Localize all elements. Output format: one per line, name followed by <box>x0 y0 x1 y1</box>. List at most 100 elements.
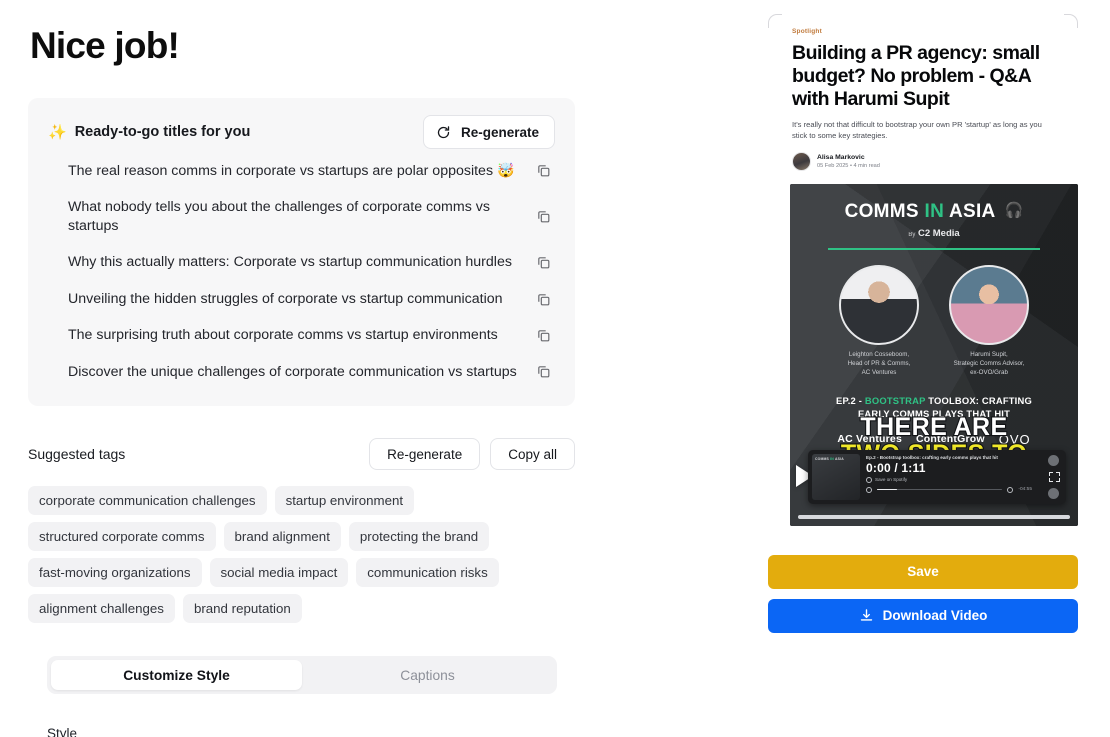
copy-icon[interactable] <box>536 209 551 224</box>
suggested-tags-header: Suggested tags Re-generate Copy all <box>28 437 575 471</box>
tag-item[interactable]: startup environment <box>274 486 415 516</box>
title-text: The surprising truth about corporate com… <box>68 327 498 344</box>
tag-item[interactable]: protecting the brand <box>348 522 490 552</box>
page-title: Nice job! <box>30 25 180 66</box>
player-remaining: -04:55 <box>1018 487 1032 493</box>
title-row[interactable]: What nobody tells you about the challeng… <box>48 189 555 244</box>
title-row[interactable]: Unveiling the hidden struggles of corpor… <box>48 281 555 317</box>
tag-item[interactable]: alignment challenges <box>28 594 175 624</box>
title-row[interactable]: Why this actually matters: Corporate vs … <box>48 244 555 280</box>
regenerate-titles-label: Re-generate <box>460 124 539 140</box>
ready-titles-label: Ready-to-go titles for you <box>74 124 251 140</box>
tag-list: corporate communication challenges start… <box>28 486 548 624</box>
tag-item[interactable]: fast-moving organizations <box>28 558 202 588</box>
editor-tabs-wrap: Customize Style Captions <box>47 656 557 695</box>
title-row[interactable]: The real reason comms in corporate vs st… <box>48 152 555 189</box>
avatar <box>792 151 811 171</box>
fullscreen-icon[interactable] <box>1049 471 1060 482</box>
save-button[interactable]: Save <box>768 554 1078 589</box>
ready-titles-label-group: ✨ Ready-to-go titles for you <box>48 124 250 140</box>
player-episode-title: Ep.2 - Bootstrap toolbox: crafting early… <box>866 454 998 460</box>
host-card: Leighton Cosseboom, Head of PR & Comms, … <box>839 264 919 378</box>
ready-titles-card: ✨ Ready-to-go titles for you Re-generate… <box>28 98 575 407</box>
title-emoji: 🤯 <box>497 162 515 178</box>
title-text: What nobody tells you about the challeng… <box>68 199 490 234</box>
podcast-player[interactable]: COMMS IN ASIA Ep.2 - Bootstrap toolbox: … <box>808 449 1066 504</box>
caption-line-1: THERE ARE <box>859 413 1008 442</box>
copy-icon[interactable] <box>536 364 551 379</box>
titles-list: The real reason comms in corporate vs st… <box>48 152 555 390</box>
title-row[interactable]: The surprising truth about corporate com… <box>48 317 555 353</box>
article-meta: 05 Feb 2025 • 4 min read <box>817 162 880 169</box>
ready-titles-header: ✨ Ready-to-go titles for you Re-generate <box>48 112 555 152</box>
regenerate-tags-button[interactable]: Re-generate <box>369 438 481 471</box>
host-card: Harumi Supit, Strategic Comms Advisor, e… <box>949 264 1029 378</box>
tag-item[interactable]: corporate communication challenges <box>28 486 267 516</box>
tab-captions[interactable]: Captions <box>302 660 553 690</box>
title-text: The real reason comms in corporate vs st… <box>68 162 515 179</box>
title-row[interactable]: Discover the unique challenges of corpor… <box>48 354 555 390</box>
preview-actions: Save Download Video <box>768 554 1078 633</box>
download-video-label: Download Video <box>882 608 988 624</box>
copy-all-tags-button[interactable]: Copy all <box>490 438 575 471</box>
title-text: Unveiling the hidden struggles of corpor… <box>68 290 503 307</box>
host-photo <box>839 264 919 345</box>
video-divider <box>828 247 1040 250</box>
host-photo <box>949 264 1029 345</box>
app-root: Nice job! ✨ Ready-to-go titles for you R… <box>0 0 1110 737</box>
tag-item[interactable]: structured corporate comms <box>28 522 216 552</box>
article-byline: Alisa Markovic 05 Feb 2025 • 4 min read <box>792 151 1054 171</box>
rewind-icon[interactable] <box>866 486 872 493</box>
video-scrollbar[interactable] <box>790 514 1078 520</box>
card-corner-top-left <box>768 14 782 28</box>
player-progress-fill <box>877 488 898 491</box>
suggested-tags-actions: Re-generate Copy all <box>369 438 575 471</box>
tag-item[interactable]: brand reputation <box>182 594 302 624</box>
right-panel: Spotlight Building a PR agency: small bu… <box>768 0 1110 737</box>
tag-item[interactable]: social media impact <box>209 558 349 588</box>
player-progress-row[interactable]: -04:55 <box>866 486 1032 493</box>
video-byline-name: C2 Media <box>917 227 960 239</box>
episode-highlight: BOOTSTRAP <box>864 394 926 406</box>
video-brand-header: COMMS IN ASIA 🎧 By C2 Media <box>790 184 1078 250</box>
host-caption: Harumi Supit, Strategic Comms Advisor, e… <box>953 350 1025 376</box>
player-menu-icon[interactable] <box>1048 454 1059 466</box>
video-preview[interactable]: COMMS IN ASIA 🎧 By C2 Media Leighton Cos… <box>790 183 1078 526</box>
author-name: Alisa Markovic <box>817 153 865 161</box>
tab-customize-style[interactable]: Customize Style <box>51 660 302 691</box>
byline-text-group: Alisa Markovic 05 Feb 2025 • 4 min read <box>817 154 880 169</box>
tag-item[interactable]: communication risks <box>356 558 499 588</box>
preview-card: Spotlight Building a PR agency: small bu… <box>768 10 1078 526</box>
article-subtitle: It's really not that difficult to bootst… <box>792 120 1042 140</box>
suggested-tags-title: Suggested tags <box>28 446 126 463</box>
copy-icon[interactable] <box>536 163 551 178</box>
regenerate-titles-button[interactable]: Re-generate <box>422 115 555 149</box>
style-label: Style <box>47 726 78 737</box>
headphones-icon: 🎧 <box>1004 201 1024 219</box>
article-kicker: Spotlight <box>792 28 822 35</box>
download-video-button[interactable]: Download Video <box>768 598 1078 633</box>
article-preview: Spotlight Building a PR agency: small bu… <box>768 10 1078 171</box>
copy-icon[interactable] <box>536 255 551 270</box>
player-artwork-title: COMMS IN ASIA <box>815 456 844 461</box>
title-text: Why this actually matters: Corporate vs … <box>68 254 512 271</box>
copy-icon[interactable] <box>536 328 551 343</box>
video-byline-prefix: By <box>908 231 916 238</box>
refresh-icon <box>437 125 450 138</box>
tag-item[interactable]: brand alignment <box>223 522 341 552</box>
spotify-icon <box>866 476 872 483</box>
player-progress-track[interactable] <box>877 488 1003 491</box>
player-pause-icon[interactable] <box>1048 487 1059 499</box>
save-button-label: Save <box>907 564 939 580</box>
player-right-controls <box>1040 450 1066 504</box>
sparkles-icon: ✨ <box>48 123 67 141</box>
player-spotify-label: Save on Spotify <box>875 477 908 483</box>
suggested-tags-section: Suggested tags Re-generate Copy all corp… <box>28 437 575 624</box>
video-byline: By C2 Media <box>790 228 1078 239</box>
article-title: Building a PR agency: small budget? No p… <box>792 42 1040 110</box>
video-brand-title: COMMS IN ASIA 🎧 <box>844 200 1024 222</box>
copy-icon[interactable] <box>536 292 551 307</box>
title-text: Discover the unique challenges of corpor… <box>68 363 517 380</box>
forward-icon[interactable] <box>1007 486 1014 493</box>
player-spotify-save[interactable]: Save on Spotify <box>866 476 1032 483</box>
